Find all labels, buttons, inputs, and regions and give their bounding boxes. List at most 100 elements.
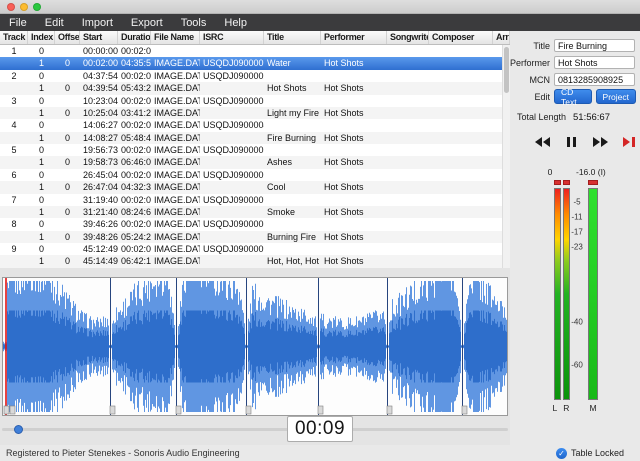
cell-composer bbox=[429, 231, 493, 243]
table-row[interactable]: 1014:08:2705:48:46IMAGE.DATFire BurningH… bbox=[0, 132, 510, 144]
cell-file: IMAGE.DAT bbox=[151, 95, 200, 107]
cell-index: 1 bbox=[28, 156, 55, 168]
waveform-svg bbox=[3, 278, 507, 415]
minimize-window-button[interactable] bbox=[20, 3, 28, 11]
menu-item-help[interactable]: Help bbox=[215, 14, 256, 31]
cell-performer: Hot Shots bbox=[321, 206, 387, 218]
track-marker[interactable] bbox=[10, 406, 15, 414]
play-marker-button[interactable] bbox=[619, 134, 639, 150]
cell-duration: 00:02:00 bbox=[118, 119, 151, 131]
table-row[interactable]: 8039:46:2600:02:00IMAGE.DATUSQDJ0900008 bbox=[0, 218, 510, 230]
track-marker[interactable] bbox=[246, 406, 251, 414]
column-header-performer[interactable]: Performer bbox=[321, 31, 387, 44]
track-marker[interactable] bbox=[110, 406, 115, 414]
rewind-button[interactable] bbox=[532, 134, 552, 150]
cell-start: 26:47:04 bbox=[80, 181, 118, 193]
table-locked-icon[interactable]: ✓ bbox=[556, 448, 567, 459]
column-header-file-name[interactable]: File Name bbox=[151, 31, 200, 44]
column-header-index[interactable]: Index bbox=[28, 31, 55, 44]
cell-isrc bbox=[200, 156, 264, 168]
cell-isrc: USQDJ0900004 bbox=[200, 119, 264, 131]
menu-item-export[interactable]: Export bbox=[122, 14, 172, 31]
mcn-field[interactable] bbox=[554, 73, 635, 86]
performer-field[interactable] bbox=[554, 56, 635, 69]
pause-button[interactable] bbox=[561, 134, 581, 150]
table-row[interactable]: 1031:21:4008:24:61IMAGE.DATSmokeHot Shot… bbox=[0, 206, 510, 218]
clip-indicator-left[interactable] bbox=[554, 180, 561, 185]
track-marker[interactable] bbox=[462, 406, 467, 414]
table-row[interactable]: 5019:56:7300:02:00IMAGE.DATUSQDJ0900005 bbox=[0, 144, 510, 156]
table-row[interactable]: 1045:14:4906:42:18IMAGE.DATHot, Hot, Hot… bbox=[0, 255, 510, 267]
transport-controls bbox=[532, 134, 639, 150]
clip-indicator-mono[interactable] bbox=[588, 180, 598, 185]
table-row[interactable]: 3010:23:0400:02:00IMAGE.DATUSQDJ0900003 bbox=[0, 95, 510, 107]
cell-composer bbox=[429, 243, 493, 255]
track-marker[interactable] bbox=[318, 406, 323, 414]
timeline-scrollbar[interactable] bbox=[2, 428, 508, 431]
registration-text: Registered to Pieter Stenekes - Sonoris … bbox=[6, 445, 240, 461]
cell-track bbox=[0, 206, 28, 218]
cell-performer bbox=[321, 194, 387, 206]
menu-item-import[interactable]: Import bbox=[73, 14, 122, 31]
timeline-scrollbar-thumb[interactable] bbox=[14, 425, 23, 434]
cell-duration: 04:35:54 bbox=[118, 57, 151, 69]
table-row[interactable]: 4014:06:2700:02:00IMAGE.DATUSQDJ0900004 bbox=[0, 119, 510, 131]
cell-duration: 08:24:61 bbox=[118, 206, 151, 218]
clip-indicator-right[interactable] bbox=[563, 180, 570, 185]
cell-duration: 04:32:36 bbox=[118, 181, 151, 193]
menu-item-edit[interactable]: Edit bbox=[36, 14, 73, 31]
menu-item-file[interactable]: File bbox=[0, 14, 36, 31]
cell-index: 1 bbox=[28, 206, 55, 218]
column-header-offset[interactable]: Offset bbox=[55, 31, 80, 44]
column-header-composer[interactable]: Composer bbox=[429, 31, 493, 44]
table-row[interactable]: 6026:45:0400:02:00IMAGE.DATUSQDJ0900006 bbox=[0, 169, 510, 181]
cell-duration: 06:46:06 bbox=[118, 156, 151, 168]
table-row[interactable]: 1004:39:5405:43:25IMAGE.DATHot ShotsHot … bbox=[0, 82, 510, 94]
fast-forward-icon bbox=[601, 137, 608, 147]
title-field[interactable] bbox=[554, 39, 635, 52]
cd-text-button[interactable]: CD Text bbox=[554, 89, 592, 104]
column-header-start[interactable]: Start bbox=[80, 31, 118, 44]
cell-index: 0 bbox=[28, 194, 55, 206]
table-row[interactable]: 1019:58:7306:46:06IMAGE.DATAshesHot Shot… bbox=[0, 156, 510, 168]
track-marker[interactable] bbox=[387, 406, 392, 414]
cell-title bbox=[264, 243, 321, 255]
total-length-value: 51:56:67 bbox=[573, 112, 610, 123]
column-header-duration[interactable]: Duration bbox=[118, 31, 151, 44]
track-marker[interactable] bbox=[4, 406, 9, 414]
cell-duration: 00:02:00 bbox=[118, 70, 151, 82]
close-window-button[interactable] bbox=[7, 3, 15, 11]
project-button[interactable]: Project bbox=[596, 89, 636, 104]
cell-title: Hot Shots bbox=[264, 82, 321, 94]
cell-track: 7 bbox=[0, 194, 28, 206]
cell-composer bbox=[429, 95, 493, 107]
column-header-isrc[interactable]: ISRC bbox=[200, 31, 264, 44]
table-row[interactable]: 1026:47:0404:32:36IMAGE.DATCoolHot Shots bbox=[0, 181, 510, 193]
column-header-track[interactable]: Track bbox=[0, 31, 28, 44]
waveform-display[interactable] bbox=[2, 277, 508, 416]
table-row[interactable]: 9045:12:4900:02:00IMAGE.DATUSQDJ0900009 bbox=[0, 243, 510, 255]
cell-offset: 0 bbox=[55, 231, 80, 243]
cell-isrc bbox=[200, 82, 264, 94]
cell-title bbox=[264, 169, 321, 181]
column-header-title[interactable]: Title bbox=[264, 31, 321, 44]
zoom-window-button[interactable] bbox=[33, 3, 41, 11]
column-header-songwriter[interactable]: Songwriter bbox=[387, 31, 429, 44]
cell-index: 0 bbox=[28, 95, 55, 107]
menu-item-tools[interactable]: Tools bbox=[172, 14, 216, 31]
table-row[interactable]: 1010:25:0403:41:23IMAGE.DATLight my Fire… bbox=[0, 107, 510, 119]
cell-composer bbox=[429, 82, 493, 94]
track-marker[interactable] bbox=[176, 406, 181, 414]
mcn-field-label: MCN bbox=[504, 75, 554, 85]
table-row[interactable]: 1000:02:0004:35:54IMAGE.DATUSQDJ0900001W… bbox=[0, 57, 510, 69]
table-row[interactable]: 7031:19:4000:02:00IMAGE.DATUSQDJ0900007 bbox=[0, 194, 510, 206]
cell-songwriter bbox=[387, 231, 429, 243]
table-row[interactable]: 1000:00:0000:02:00 bbox=[0, 45, 510, 57]
fast-forward-button[interactable] bbox=[590, 134, 610, 150]
table-row[interactable]: 1039:48:2605:24:23IMAGE.DATBurning FireH… bbox=[0, 231, 510, 243]
cell-composer bbox=[429, 255, 493, 267]
cell-file: IMAGE.DAT bbox=[151, 144, 200, 156]
cell-title bbox=[264, 95, 321, 107]
table-row[interactable]: 2004:37:5400:02:00IMAGE.DATUSQDJ0900002 bbox=[0, 70, 510, 82]
cell-start: 31:19:40 bbox=[80, 194, 118, 206]
